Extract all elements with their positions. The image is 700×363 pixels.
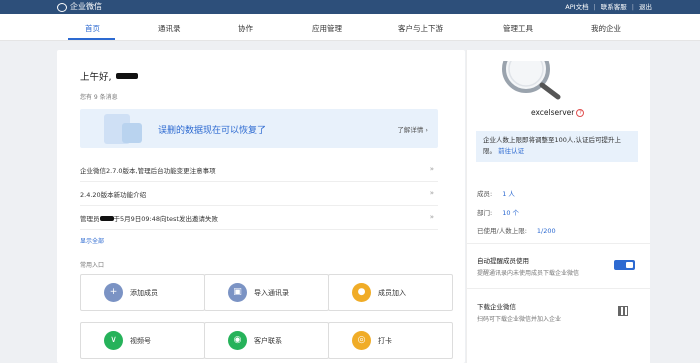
help-icon[interactable]: ? xyxy=(576,108,585,117)
shortcut-label: 打卡 xyxy=(378,337,392,345)
common-entries-title: 常用入口 xyxy=(80,262,105,269)
active-tab-indicator xyxy=(68,38,115,40)
banner-text: 误删的数据现在可以恢复了 xyxy=(158,126,267,136)
banner-illustration-chart xyxy=(122,123,142,143)
news-text-row: 管理员 于5月9日09:48向test发出邀请失败 xyxy=(80,213,218,223)
tab-app-management[interactable]: 应用管理 xyxy=(312,23,342,34)
limit-notice: 企业人数上限即将调整至100人,认证后可提升上限。 前往认证 xyxy=(476,131,638,162)
main-panel xyxy=(57,50,465,363)
tab-management-tools[interactable]: 管理工具 xyxy=(503,23,533,34)
member-join-button[interactable]: ● 成员加入 xyxy=(328,274,453,311)
auto-remind-setting: 自动提醒成员使用 提醒通讯录内未使用成员下载企业微信 xyxy=(477,255,579,277)
show-all-link[interactable]: 显示全部 xyxy=(80,236,104,245)
message-count[interactable]: 您有 9 条消息 xyxy=(80,92,118,101)
corp-name-text: excelserver xyxy=(531,108,575,117)
stat-members: 成员: 1 人 xyxy=(477,188,515,198)
news-text: 企业微信2.7.0版本,管理后台功能变更注意事项 xyxy=(80,167,216,175)
tab-customers[interactable]: 客户与上下游 xyxy=(398,23,443,34)
redacted-name xyxy=(115,73,138,79)
corp-avatar-magnifier-icon[interactable] xyxy=(496,61,566,101)
check-in-button[interactable]: ◎ 打卡 xyxy=(328,322,453,359)
recovery-banner[interactable]: 误删的数据现在可以恢复了 了解详情 › xyxy=(80,109,438,148)
chevron-right-icon: » xyxy=(429,213,434,221)
chevron-right-icon: » xyxy=(429,165,434,173)
redacted-name xyxy=(99,215,114,221)
customer-contact-button[interactable]: ◉ 客户联系 xyxy=(204,322,329,359)
news-prefix: 管理员 xyxy=(80,215,100,223)
news-text: 于5月9日09:48向test发出邀请失败 xyxy=(113,215,219,223)
auto-remind-desc: 提醒通讯录内未使用成员下载企业微信 xyxy=(477,270,580,277)
download-desc: 扫码可下载企业微信并加入企业 xyxy=(477,316,562,323)
stat-label: 成员: xyxy=(477,190,493,198)
stat-value[interactable]: 1 人 xyxy=(502,190,515,198)
stat-value[interactable]: 10 个 xyxy=(502,209,519,217)
news-item[interactable]: 管理员 于5月9日09:48向test发出邀请失败 » xyxy=(80,208,438,230)
shortcut-label: 成员加入 xyxy=(378,289,406,297)
contact-support-link[interactable]: 联系客服 xyxy=(601,2,627,12)
tab-home[interactable]: 首页 xyxy=(85,23,100,34)
video-channel-button[interactable]: ∨ 视频号 xyxy=(80,322,205,359)
add-member-icon: + xyxy=(104,283,123,302)
news-item[interactable]: 企业微信2.7.0版本,管理后台功能变更注意事项 » xyxy=(80,160,438,182)
shortcut-label: 添加成员 xyxy=(130,289,158,297)
customer-contact-icon: ◉ xyxy=(228,331,247,350)
add-member-button[interactable]: + 添加成员 xyxy=(80,274,205,311)
app-logo[interactable]: 企业微信 xyxy=(57,2,102,12)
greeting: 上午好, xyxy=(80,69,138,83)
shortcut-label: 客户联系 xyxy=(254,337,282,345)
verify-link[interactable]: 前往认证 xyxy=(498,147,524,155)
greeting-text: 上午好, xyxy=(80,72,112,83)
check-in-icon: ◎ xyxy=(352,331,371,350)
news-text: 2.4.20版本新功能介绍 xyxy=(80,191,147,199)
news-item[interactable]: 2.4.20版本新功能介绍 » xyxy=(80,184,438,206)
member-join-icon: ● xyxy=(352,283,371,302)
divider xyxy=(466,288,650,289)
top-links: API文档 | 联系客服 | 退出 xyxy=(565,2,652,12)
import-contacts-icon: ▣ xyxy=(228,283,247,302)
auto-remind-toggle[interactable] xyxy=(614,260,635,270)
stat-label: 已使用/人数上限: xyxy=(477,227,527,235)
wecom-logo-icon xyxy=(57,2,67,12)
download-setting: 下载企业微信 扫码可下载企业微信并加入企业 xyxy=(477,301,561,323)
import-contacts-button[interactable]: ▣ 导入通讯录 xyxy=(204,274,329,311)
link-divider: | xyxy=(631,3,634,11)
tab-my-enterprise[interactable]: 我的企业 xyxy=(591,23,621,34)
logo-text: 企业微信 xyxy=(70,2,102,11)
corp-name: excelserver ? xyxy=(531,108,585,117)
download-title: 下载企业微信 xyxy=(477,303,516,311)
top-bar: 企业微信 API文档 | 联系客服 | 退出 xyxy=(0,0,700,14)
chevron-right-icon: » xyxy=(429,189,434,197)
stat-usage: 已使用/人数上限: 1/200 xyxy=(477,225,556,235)
api-docs-link[interactable]: API文档 xyxy=(565,2,588,12)
toggle-knob xyxy=(626,262,633,268)
main-nav: 首页 通讯录 协作 应用管理 客户与上下游 管理工具 我的企业 xyxy=(0,14,700,41)
auto-remind-title: 自动提醒成员使用 xyxy=(477,257,529,265)
banner-details-link[interactable]: 了解详情 › xyxy=(397,124,428,134)
link-divider: | xyxy=(593,3,596,11)
qr-code-icon[interactable] xyxy=(618,306,628,316)
stat-value: 1/200 xyxy=(536,227,556,235)
stat-label: 部门: xyxy=(477,209,493,217)
divider xyxy=(466,243,650,244)
shortcut-label: 导入通讯录 xyxy=(254,289,289,297)
video-channel-icon: ∨ xyxy=(104,331,123,350)
shortcut-label: 视频号 xyxy=(130,337,151,345)
stat-departments: 部门: 10 个 xyxy=(477,207,519,217)
logout-link[interactable]: 退出 xyxy=(639,2,652,12)
tab-contacts[interactable]: 通讯录 xyxy=(158,23,181,34)
tab-collaboration[interactable]: 协作 xyxy=(238,23,253,34)
